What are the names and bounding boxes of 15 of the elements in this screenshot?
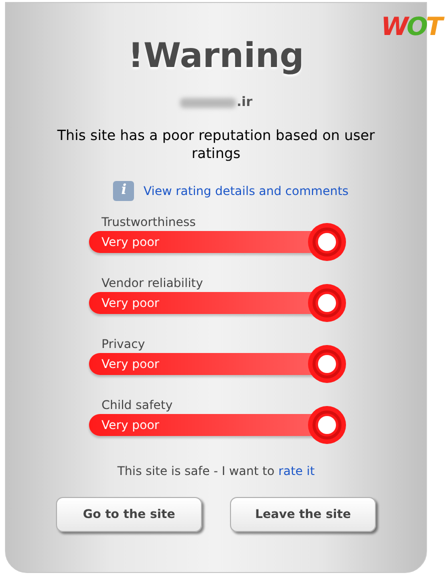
redacted-text-icon (180, 98, 236, 108)
site-button[interactable]: Leave the site (230, 496, 376, 532)
warning-title: !Warning (128, 39, 304, 73)
details-link[interactable]: View rating details and comments (143, 182, 349, 200)
info-icon: i (113, 180, 134, 200)
rating-label: Vendor reliability (102, 274, 204, 292)
safe-text: This site is safe - I want to (117, 462, 274, 480)
rate-link[interactable]: rate it (278, 462, 315, 480)
rating-label: Trustworthiness (102, 214, 197, 230)
warning-message: This site has a poor reputation based on user ratings (56, 126, 376, 162)
site-button[interactable]: Go to the site (56, 496, 202, 532)
domain-text: .ir (236, 94, 252, 112)
wot-logo: WOT (381, 14, 441, 39)
rating-label: Privacy (102, 336, 146, 352)
rating-label: Child safety (102, 396, 174, 414)
